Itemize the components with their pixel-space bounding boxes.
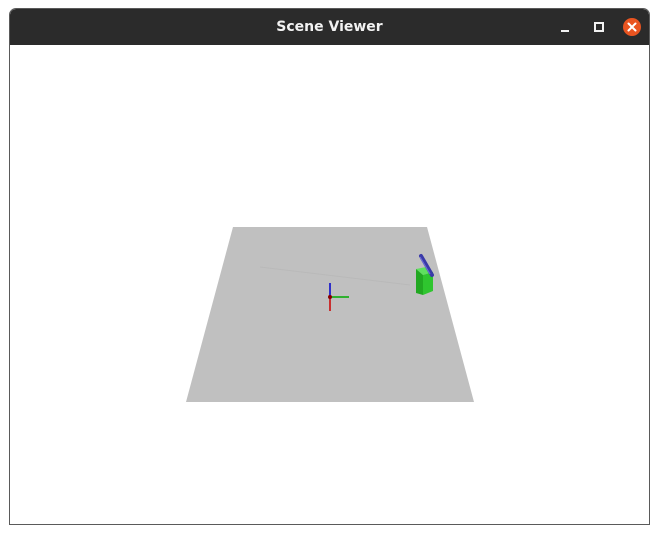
close-button[interactable] (623, 18, 641, 36)
close-icon (623, 18, 641, 36)
minimize-icon (561, 30, 569, 32)
3d-viewport[interactable] (10, 45, 649, 524)
minimize-button[interactable] (556, 18, 574, 36)
maximize-button[interactable] (590, 18, 608, 36)
origin-point (328, 295, 332, 299)
maximize-icon (594, 22, 604, 32)
scene-canvas[interactable] (10, 45, 649, 524)
ground-plane (186, 227, 474, 402)
titlebar[interactable]: Scene Viewer (10, 9, 649, 45)
window-title: Scene Viewer (276, 19, 383, 35)
scene-viewer-window: Scene Viewer (9, 8, 650, 525)
